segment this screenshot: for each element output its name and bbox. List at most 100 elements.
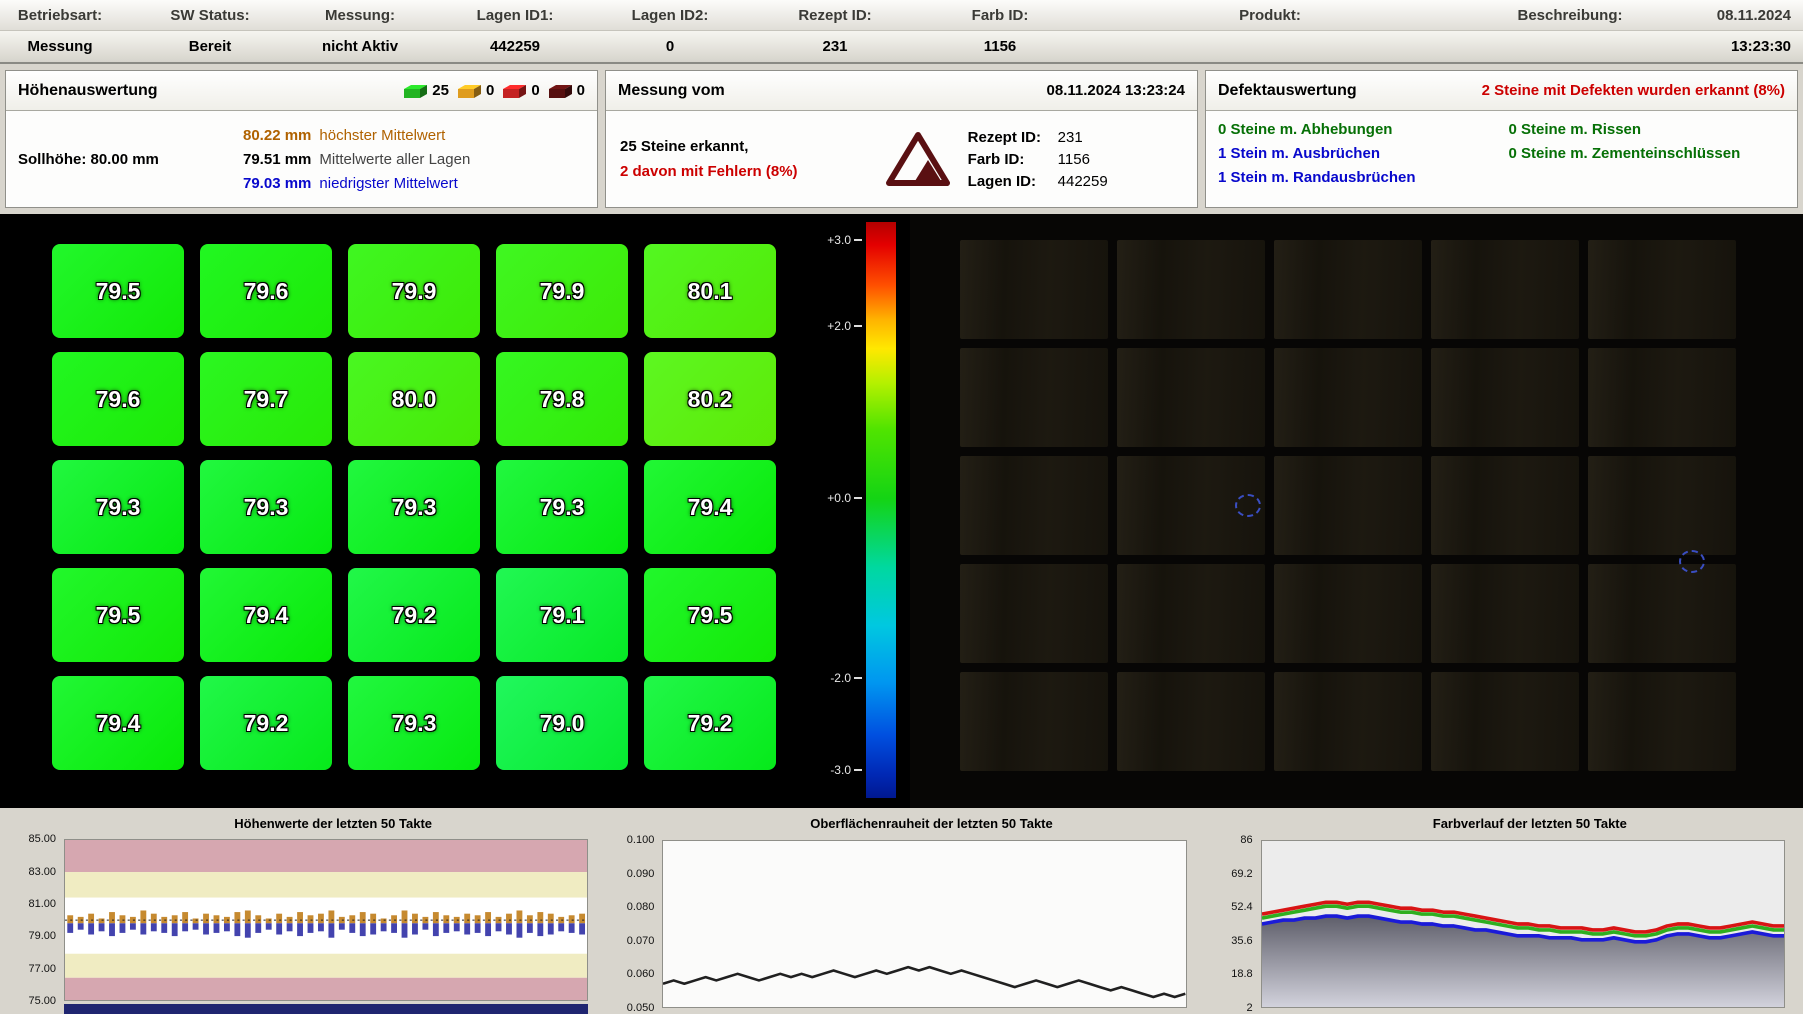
camera-stone [1588, 240, 1736, 339]
header-label-lagen-id2: Lagen ID2: [610, 7, 730, 24]
height-map-stone: 79.6 [200, 244, 332, 338]
y-tick-label: 69.2 [1231, 868, 1252, 880]
height-map-grid: 79.579.679.979.980.179.679.780.079.880.2… [52, 244, 820, 770]
y-tick-label: 75.00 [28, 995, 56, 1007]
color-scale-tick: -2.0 [830, 671, 862, 685]
height-map-stone: 79.9 [496, 244, 628, 338]
measurement-id-value: 1156 [1058, 151, 1183, 168]
app-root: Betriebsart:SW Status:Messung:Lagen ID1:… [0, 0, 1803, 1014]
y-tick-label: 83.00 [28, 866, 56, 878]
company-logo-icon [880, 131, 956, 187]
chart-plot-area [1261, 840, 1785, 1008]
chart-y-axis: 8669.252.435.618.82 [1201, 840, 1261, 1008]
header-labels-row: Betriebsart:SW Status:Messung:Lagen ID1:… [0, 0, 1803, 31]
stone-counter-critical: 0 [547, 82, 585, 99]
header-label-produkt: Produkt: [1060, 7, 1480, 24]
y-tick-label: 0.060 [627, 968, 655, 980]
measurement-timestamp: 08.11.2024 13:23:24 [1047, 82, 1185, 99]
stone-counter-value: 0 [531, 82, 539, 99]
camera-stone [1274, 240, 1422, 339]
color-scale: +3.0+2.0+0.0-2.0-3.0 [820, 214, 910, 808]
height-map-stone: 79.5 [52, 244, 184, 338]
defect-panel-header: Defektauswertung 2 Steine mit Defekten w… [1206, 71, 1797, 111]
height-map-stone: 79.2 [200, 676, 332, 770]
height-map-stone: 79.5 [644, 568, 776, 662]
height-stat-value: 80.22 mm [243, 127, 311, 144]
measurement-id-value: 442259 [1058, 173, 1183, 190]
camera-stone [1588, 672, 1736, 771]
measurement-id-value: 231 [1058, 129, 1183, 146]
y-tick-label: 0.100 [627, 834, 655, 846]
chart-title: Höhenwerte der letzten 50 Takte [4, 816, 602, 839]
header-date: 08.11.2024 [1660, 7, 1803, 24]
detection-summary: 25 Steine erkannt, 2 davon mit Fehlern (… [620, 134, 868, 185]
y-tick-label: 0.080 [627, 901, 655, 913]
header-value-lagen-id1: 442259 [420, 38, 610, 55]
camera-stone [1431, 672, 1579, 771]
y-tick-label: 0.050 [627, 1002, 655, 1014]
chart-plot-row: 0.1000.0900.0800.0700.0600.050 [602, 840, 1200, 1008]
stone-counters: 25000 [402, 82, 585, 99]
chart-title: Farbverlauf der letzten 50 Takte [1201, 816, 1799, 840]
measurement-id-label: Rezept ID: [968, 129, 1058, 146]
camera-stone [1117, 240, 1265, 339]
defect-marker-icon [1679, 550, 1705, 573]
stone-counter-error: 0 [501, 82, 539, 99]
height-map-stone: 79.8 [496, 352, 628, 446]
y-tick-label: 77.00 [28, 963, 56, 975]
trend-charts: Höhenwerte der letzten 50 Takte85.00 83.0… [0, 808, 1803, 1014]
stone-counter-value: 0 [486, 82, 494, 99]
height-map-stone: 79.9 [348, 244, 480, 338]
chart-rauheit: Oberflächenrauheit der letzten 50 Takte0… [602, 816, 1200, 1014]
header-label-sw-status: SW Status: [120, 7, 300, 24]
height-map-stone: 79.3 [348, 460, 480, 554]
camera-stone [960, 348, 1108, 447]
defect-panel-body: 0 Steine m. Abhebungen1 Stein m. Ausbrüc… [1206, 111, 1797, 207]
brick-warning-icon [456, 83, 482, 99]
height-evaluation-panel: Höhenauswertung 25000 Sollhöhe: 80.00 mm… [5, 70, 598, 208]
visualization-area: 79.579.679.979.980.179.679.780.079.880.2… [0, 214, 1803, 808]
height-statistics: 80.22 mmhöchster Mittelwert79.51 mmMitte… [243, 127, 470, 192]
brick-critical-icon [547, 83, 573, 99]
height-map-stone: 79.3 [348, 676, 480, 770]
header-time: 13:23:30 [1660, 38, 1803, 55]
header-label-lagen-id1: Lagen ID1: [420, 7, 610, 24]
camera-stone [1274, 672, 1422, 771]
chart-plot-row: 8669.252.435.618.82 [1201, 840, 1799, 1008]
color-scale-bar [866, 222, 896, 798]
y-tick-label: 79.00 [28, 930, 56, 942]
height-map-stone: 79.5 [52, 568, 184, 662]
camera-stone-grid [960, 240, 1803, 771]
defect-summary: 2 Steine mit Defekten wurden erkannt (8%… [1482, 82, 1785, 99]
camera-stone [1117, 672, 1265, 771]
target-height-label: Sollhöhe: [18, 151, 86, 168]
defect-panel-title: Defektauswertung [1218, 82, 1357, 100]
y-tick-label: 85.00 [28, 833, 56, 845]
y-tick-label: 52.4 [1231, 901, 1252, 913]
chart-hoehenwerte: Höhenwerte der letzten 50 Takte85.00 83.0… [4, 816, 602, 1014]
chart-plot-row: 85.0083.0081.0079.0077.0075.00 [4, 839, 602, 1001]
defect-stat: 1 Stein m. Ausbrüchen [1218, 145, 1495, 162]
stone-counter-warning: 0 [456, 82, 494, 99]
height-map-stone: 79.6 [52, 352, 184, 446]
color-scale-tick: +3.0 [827, 233, 862, 247]
height-map-stone: 79.3 [52, 460, 184, 554]
camera-stone [1431, 240, 1579, 339]
header-value-farb-id: 1156 [940, 38, 1060, 55]
stone-counter-value: 25 [432, 82, 449, 99]
defect-stats-column-2: 0 Steine m. Rissen0 Steine m. Zementeins… [1509, 121, 1786, 162]
camera-stone [1274, 348, 1422, 447]
camera-view [910, 214, 1803, 808]
stones-error-text: 2 davon mit Fehlern (8%) [620, 159, 868, 185]
height-map-stone: 79.4 [200, 568, 332, 662]
measurement-panel: Messung vom 08.11.2024 13:23:24 25 Stein… [605, 70, 1198, 208]
header-value-messung: nicht Aktiv [300, 38, 420, 55]
summary-panels: Höhenauswertung 25000 Sollhöhe: 80.00 mm… [0, 64, 1803, 214]
height-map-stone: 80.2 [644, 352, 776, 446]
camera-stone [1431, 564, 1579, 663]
y-tick-label: 35.6 [1231, 935, 1252, 947]
y-tick-label: 0.090 [627, 868, 655, 880]
color-scale-tick: -3.0 [830, 763, 862, 777]
stone-counter-ok: 25 [402, 82, 449, 99]
header-values-row: MessungBereitnicht Aktiv4422590231115613… [0, 31, 1803, 62]
